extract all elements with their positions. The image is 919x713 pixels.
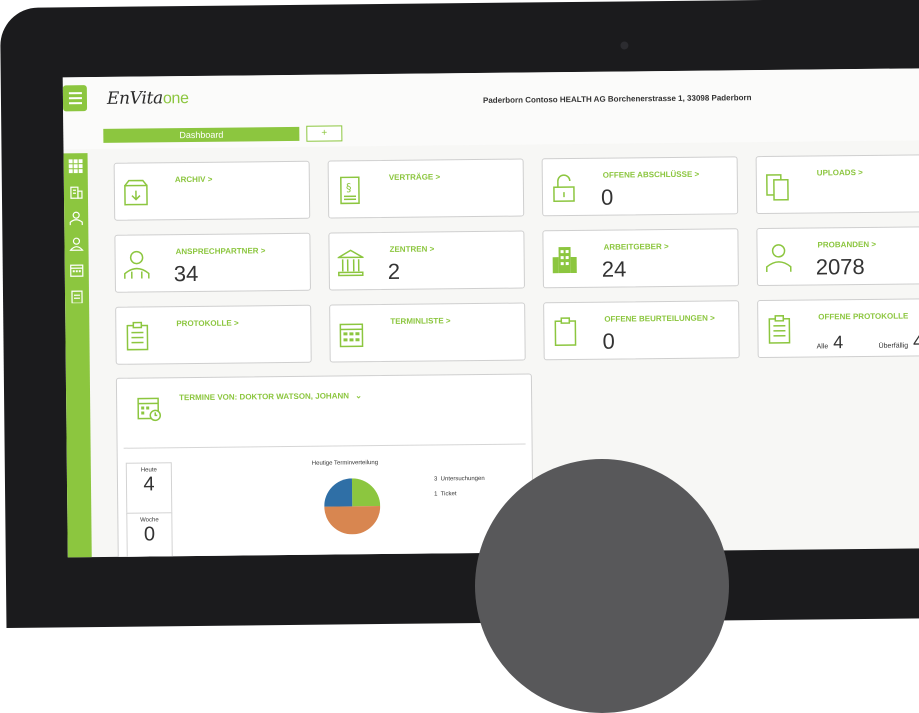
divider bbox=[124, 444, 526, 449]
legend-item: 3 Untersuchungen bbox=[434, 476, 485, 483]
tile-label: TERMINLISTE > bbox=[390, 316, 450, 326]
contact-person-icon bbox=[124, 249, 150, 279]
tile-label: UPLOADS > bbox=[817, 168, 863, 177]
menu-line bbox=[68, 102, 81, 104]
laptop-bezel: EnVitaone Paderborn Contoso HEALTH AG Bo… bbox=[0, 0, 919, 628]
company-address: Paderborn Contoso HEALTH AG Borchenerstr… bbox=[483, 93, 752, 105]
tile-offene-protokolle[interactable]: OFFENE PROTOKOLLE Alle 4 Überfällig 4 bbox=[757, 298, 919, 358]
tile-uploads[interactable]: UPLOADS > bbox=[756, 154, 919, 214]
tile-terminliste[interactable]: TERMINLISTE > bbox=[329, 303, 526, 363]
tile-value: 2078 bbox=[816, 254, 865, 281]
week-value: 0 bbox=[127, 523, 171, 546]
open-protocols-overdue: Überfällig 4 bbox=[878, 331, 919, 352]
legend-label: Ticket bbox=[441, 491, 457, 497]
tile-value: 24 bbox=[602, 256, 627, 282]
calendar-clock-icon bbox=[137, 394, 161, 422]
tile-label: ARCHIV > bbox=[175, 175, 213, 184]
logo-accent: one bbox=[163, 90, 189, 107]
sidebar bbox=[64, 153, 92, 557]
add-tab-button[interactable]: + bbox=[306, 125, 342, 141]
clipboard-icon[interactable] bbox=[70, 289, 84, 303]
chart-title: Heutige Terminverteilung bbox=[312, 460, 378, 467]
tile-vertraege[interactable]: § VERTRÄGE > bbox=[328, 159, 525, 219]
tile-protokolle[interactable]: PROTOKOLLE > bbox=[115, 305, 312, 365]
grid-icon[interactable] bbox=[69, 159, 83, 173]
legend-count: 3 bbox=[434, 476, 437, 482]
pie-slice-orange bbox=[324, 506, 380, 535]
office-building-icon bbox=[552, 245, 578, 275]
legend-count: 1 bbox=[434, 491, 437, 497]
person-icon[interactable] bbox=[69, 211, 83, 225]
tile-value: 34 bbox=[174, 261, 199, 287]
app-screen: EnVitaone Paderborn Contoso HEALTH AG Bo… bbox=[63, 68, 919, 557]
institution-icon bbox=[338, 247, 364, 277]
tile-label: ANSPRECHPARTNER > bbox=[176, 246, 266, 256]
tile-arbeitgeber[interactable]: ARBEITGEBER > 24 bbox=[542, 228, 739, 288]
tile-label: PROBANDEN > bbox=[817, 240, 876, 250]
tile-label: PROTOKOLLE > bbox=[176, 319, 238, 329]
appointments-panel: TERMINE VON: DOKTOR WATSON, JOHANN ⌄ Heu… bbox=[116, 373, 534, 557]
tile-archiv[interactable]: ARCHIV > bbox=[114, 161, 311, 221]
overdue-value: 4 bbox=[913, 331, 919, 351]
open-protocols-all: Alle 4 bbox=[816, 332, 843, 353]
tile-offene-abschluesse[interactable]: OFFENE ABSCHLÜSSE > 0 bbox=[542, 156, 739, 216]
clipboard-empty-icon bbox=[552, 317, 578, 347]
today-value: 4 bbox=[127, 473, 171, 496]
logo-text: EnVita bbox=[107, 88, 163, 109]
files-icon bbox=[765, 171, 791, 201]
menu-line bbox=[68, 92, 81, 94]
tile-label: ZENTREN > bbox=[390, 244, 435, 253]
week-count-box: Woche 0 bbox=[126, 512, 173, 557]
clipboard-list-icon bbox=[766, 315, 792, 345]
archive-box-icon bbox=[123, 177, 149, 207]
person-outline-icon[interactable] bbox=[69, 237, 83, 251]
tile-label: OFFENE BEURTEILUNGEN > bbox=[604, 314, 715, 324]
overlay-circle bbox=[475, 459, 729, 713]
header-bar: EnVitaone Paderborn Contoso HEALTH AG Bo… bbox=[63, 68, 919, 149]
pie-slice-green bbox=[352, 478, 380, 506]
app-logo[interactable]: EnVitaone bbox=[107, 88, 189, 109]
padlock-icon bbox=[551, 173, 577, 203]
all-value: 4 bbox=[833, 332, 843, 352]
chevron-down-icon[interactable]: ⌄ bbox=[355, 391, 362, 400]
tile-zentren[interactable]: ZENTREN > 2 bbox=[328, 231, 525, 291]
contract-document-icon: § bbox=[337, 175, 363, 205]
tile-label: VERTRÄGE > bbox=[389, 172, 440, 182]
hamburger-menu-button[interactable] bbox=[63, 85, 87, 111]
svg-text:§: § bbox=[346, 181, 352, 194]
overdue-label: Überfällig bbox=[879, 343, 909, 350]
menu-line bbox=[68, 97, 81, 99]
appointment-pie-chart bbox=[324, 478, 381, 535]
building-icon[interactable] bbox=[69, 185, 83, 199]
legend-item: 1 Ticket bbox=[434, 491, 456, 497]
tab-dashboard[interactable]: Dashboard bbox=[103, 127, 299, 143]
legend-label: Untersuchungen bbox=[441, 476, 485, 482]
today-count-box: Heute 4 bbox=[126, 462, 173, 514]
tile-value: 0 bbox=[602, 329, 615, 355]
pie-slice-blue bbox=[324, 478, 352, 506]
appointments-title[interactable]: TERMINE VON: DOKTOR WATSON, JOHANN ⌄ bbox=[179, 391, 362, 402]
tile-value: 2 bbox=[388, 259, 401, 285]
calendar-icon[interactable] bbox=[70, 263, 84, 277]
all-label: Alle bbox=[817, 343, 829, 350]
tile-label: OFFENE ABSCHLÜSSE > bbox=[603, 170, 699, 180]
webcam bbox=[620, 41, 628, 49]
tile-offene-beurteilungen[interactable]: OFFENE BEURTEILUNGEN > 0 bbox=[543, 300, 740, 360]
tile-label: OFFENE PROTOKOLLE bbox=[818, 312, 908, 322]
tile-probanden[interactable]: PROBANDEN > 2078 bbox=[756, 226, 919, 286]
tile-label: ARBEITGEBER > bbox=[603, 242, 668, 252]
person-icon bbox=[766, 243, 792, 273]
calendar-grid-icon bbox=[338, 319, 364, 349]
tile-value: 0 bbox=[601, 185, 614, 211]
clipboard-list-icon bbox=[124, 321, 150, 351]
appointments-title-text: TERMINE VON: DOKTOR WATSON, JOHANN bbox=[179, 391, 349, 402]
tile-ansprechpartner[interactable]: ANSPRECHPARTNER > 34 bbox=[114, 233, 311, 293]
